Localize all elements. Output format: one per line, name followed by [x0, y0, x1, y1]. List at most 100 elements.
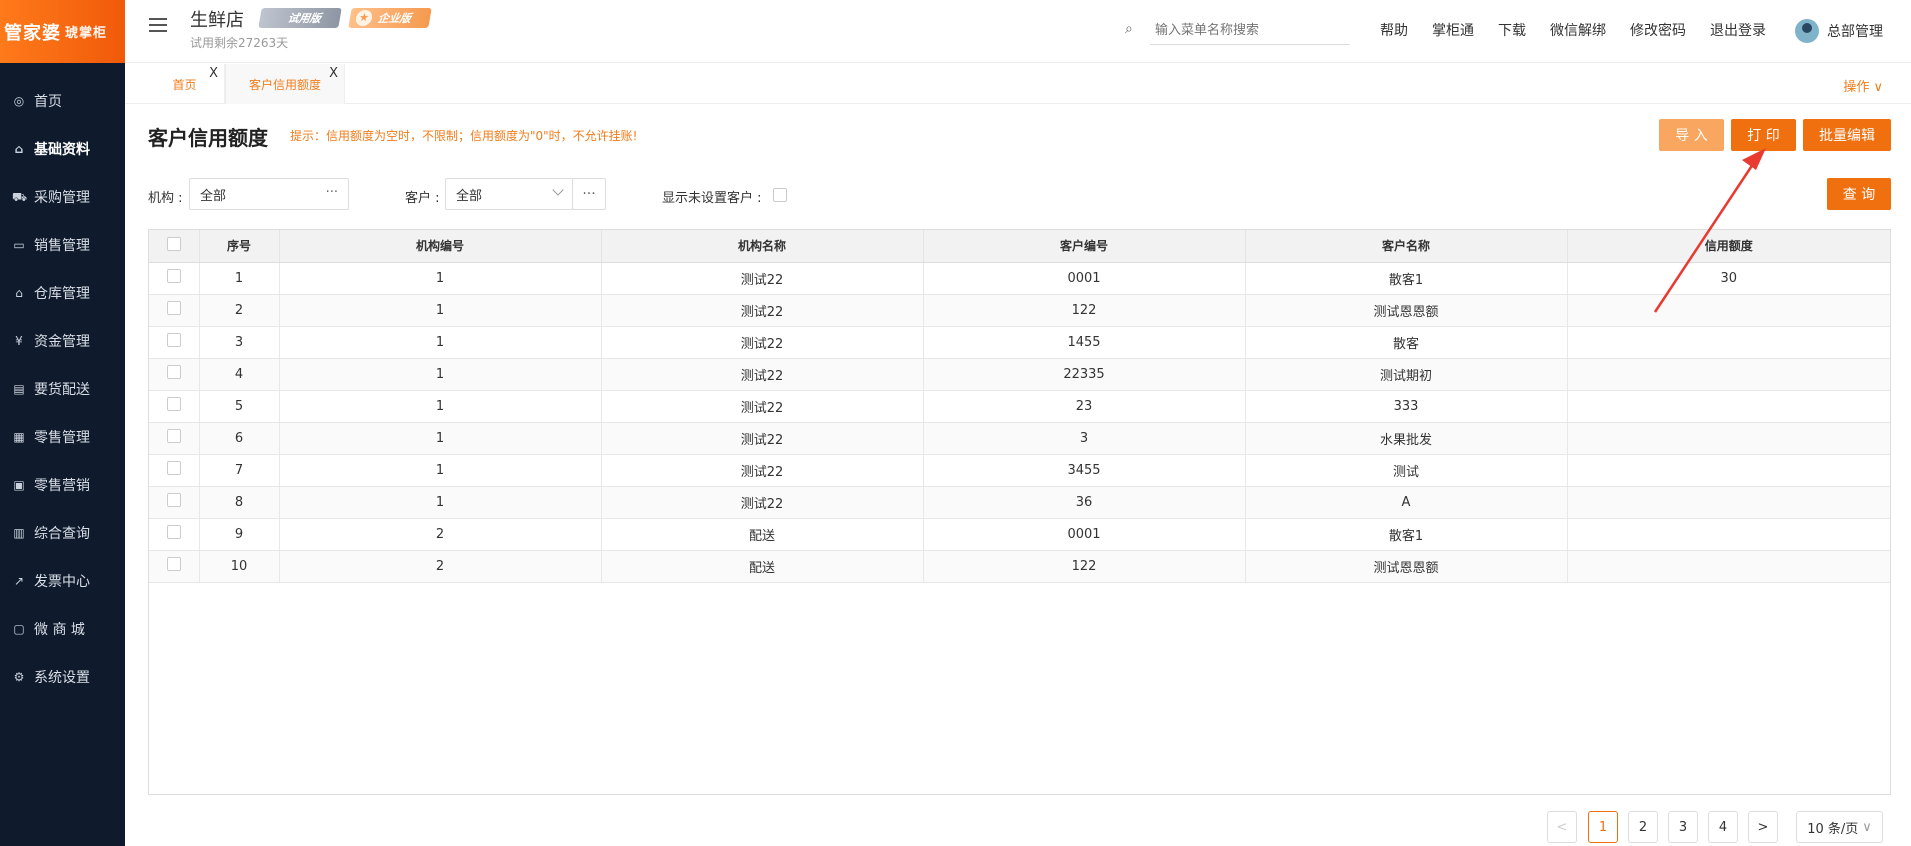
table-cell: 3	[199, 326, 280, 359]
customer-select[interactable]: 全部	[445, 178, 573, 210]
sidebar-item-6[interactable]: ▤ 要货配送	[0, 365, 125, 413]
print-button[interactable]: 打 印	[1731, 119, 1796, 151]
close-icon[interactable]: X	[329, 66, 338, 81]
sidebar-item-3[interactable]: ▭ 销售管理	[0, 221, 125, 269]
tab-home[interactable]: 首页 X	[145, 64, 225, 104]
sidebar-item-9[interactable]: ▥ 综合查询	[0, 509, 125, 557]
more-icon[interactable]: ···	[326, 185, 338, 200]
row-select-cell	[149, 550, 200, 583]
page-button-2[interactable]: 2	[1628, 811, 1658, 843]
menu-toggle-icon[interactable]	[149, 18, 167, 36]
table-cell[interactable]	[1567, 326, 1890, 359]
row-checkbox[interactable]	[166, 365, 181, 379]
user-menu[interactable]: 总部管理	[1795, 19, 1883, 43]
org-filter-label: 机构 :	[148, 191, 183, 206]
select-all-checkbox[interactable]	[166, 237, 181, 252]
table-cell[interactable]	[1567, 518, 1890, 551]
sidebar-item-1[interactable]: ⌂ 基础资料	[0, 125, 125, 173]
page-size-select[interactable]: 10 条/页 ∨	[1796, 811, 1883, 843]
table-row[interactable]: 1 1 测试22 0001 散客1 30	[149, 262, 1890, 295]
row-checkbox[interactable]	[166, 461, 181, 475]
sidebar-item-11[interactable]: ▢ 微 商 城	[0, 605, 125, 653]
row-checkbox[interactable]	[166, 557, 181, 571]
sidebar-item-5[interactable]: ¥ 资金管理	[0, 317, 125, 365]
table-cell[interactable]	[1567, 294, 1890, 327]
bank-icon: ⌂	[15, 286, 23, 300]
gear-icon: ⚙	[13, 670, 25, 684]
query-button[interactable]: 查 询	[1827, 178, 1891, 210]
table-row[interactable]: 3 1 测试22 1455 散客	[149, 326, 1890, 359]
row-checkbox[interactable]	[166, 429, 181, 443]
sidebar-item-4[interactable]: ⌂ 仓库管理	[0, 269, 125, 317]
table-row[interactable]: 5 1 测试22 23 333	[149, 390, 1890, 423]
table-cell: 4	[199, 358, 280, 391]
operations-dropdown[interactable]: 操作 ∨	[1843, 76, 1883, 95]
row-checkbox[interactable]	[166, 493, 181, 507]
table-cell: 测试恩恩额	[1245, 294, 1568, 327]
top-link-3[interactable]: 微信解绑	[1550, 20, 1606, 40]
tab-credit-label: 客户信用额度	[248, 77, 321, 92]
customer-more-button[interactable]: ···	[572, 178, 606, 210]
table-row[interactable]: 6 1 测试22 3 水果批发	[149, 422, 1890, 455]
sidebar-item-label: 微 商 城	[34, 622, 85, 638]
show-unset-checkbox[interactable]	[773, 188, 787, 202]
table-cell[interactable]	[1567, 390, 1890, 423]
sidebar-item-label: 采购管理	[34, 190, 90, 206]
sidebar-item-0[interactable]: ◎ 首页	[0, 77, 125, 125]
next-page-button[interactable]: >	[1748, 811, 1778, 843]
table-cell[interactable]	[1567, 550, 1890, 583]
table-cell: 6	[199, 422, 280, 455]
table-cell: 测试	[1245, 454, 1568, 487]
chevron-down-icon[interactable]	[552, 184, 564, 196]
close-icon[interactable]: X	[209, 66, 218, 81]
top-link-1[interactable]: 掌柜通	[1432, 20, 1474, 40]
table-cell: 测试期初	[1245, 358, 1568, 391]
menu-search-input[interactable]	[1150, 17, 1350, 45]
col-customer-code: 客户编号	[923, 230, 1246, 263]
row-checkbox[interactable]	[166, 397, 181, 411]
star-icon: ★	[354, 10, 374, 26]
logo-main-text: 管家婆	[4, 22, 61, 44]
sidebar-item-7[interactable]: ▦ 零售管理	[0, 413, 125, 461]
brand-logo[interactable]: 管家婆 琥掌柜	[0, 0, 125, 63]
sidebar-item-2[interactable]: ⛟ 采购管理	[0, 173, 125, 221]
batch-edit-button[interactable]: 批量编辑	[1803, 119, 1891, 151]
user-name: 总部管理	[1827, 24, 1883, 40]
tab-customer-credit[interactable]: 客户信用额度 X	[225, 64, 345, 104]
page-button-3[interactable]: 3	[1668, 811, 1698, 843]
top-link-0[interactable]: 帮助	[1380, 20, 1408, 40]
table-row[interactable]: 2 1 测试22 122 测试恩恩额	[149, 294, 1890, 327]
top-link-5[interactable]: 退出登录	[1710, 20, 1766, 40]
table-row[interactable]: 10 2 配送 122 测试恩恩额	[149, 550, 1890, 583]
table-cell: 9	[199, 518, 280, 551]
page-button-4[interactable]: 4	[1708, 811, 1738, 843]
row-checkbox[interactable]	[166, 301, 181, 315]
table-cell[interactable]	[1567, 358, 1890, 391]
row-checkbox[interactable]	[166, 333, 181, 347]
table-row[interactable]: 7 1 测试22 3455 测试	[149, 454, 1890, 487]
sidebar-item-12[interactable]: ⚙ 系统设置	[0, 653, 125, 701]
search-icon[interactable]: ⌕	[1125, 22, 1139, 36]
home-icon: ⌂	[14, 142, 24, 156]
table-cell: 测试22	[601, 294, 924, 327]
page-button-1[interactable]: 1	[1588, 811, 1618, 843]
sidebar-item-label: 系统设置	[34, 670, 90, 686]
org-select[interactable]: 全部 ···	[189, 178, 349, 210]
table-cell[interactable]	[1567, 454, 1890, 487]
sidebar-item-10[interactable]: ↗ 发票中心	[0, 557, 125, 605]
prev-page-button[interactable]: <	[1547, 811, 1577, 843]
table-cell[interactable]	[1567, 486, 1890, 519]
top-link-4[interactable]: 修改密码	[1630, 20, 1686, 40]
table-cell[interactable]: 30	[1567, 262, 1890, 295]
chevron-down-icon: ∨	[1862, 819, 1872, 835]
sidebar-item-8[interactable]: ▣ 零售营销	[0, 461, 125, 509]
table-row[interactable]: 4 1 测试22 22335 测试期初	[149, 358, 1890, 391]
row-checkbox[interactable]	[166, 269, 181, 283]
avatar[interactable]	[1795, 19, 1819, 43]
import-button[interactable]: 导 入	[1659, 119, 1724, 151]
row-checkbox[interactable]	[166, 525, 181, 539]
top-link-2[interactable]: 下载	[1498, 20, 1526, 40]
table-row[interactable]: 9 2 配送 0001 散客1	[149, 518, 1890, 551]
table-cell[interactable]	[1567, 422, 1890, 455]
table-row[interactable]: 8 1 测试22 36 A	[149, 486, 1890, 519]
